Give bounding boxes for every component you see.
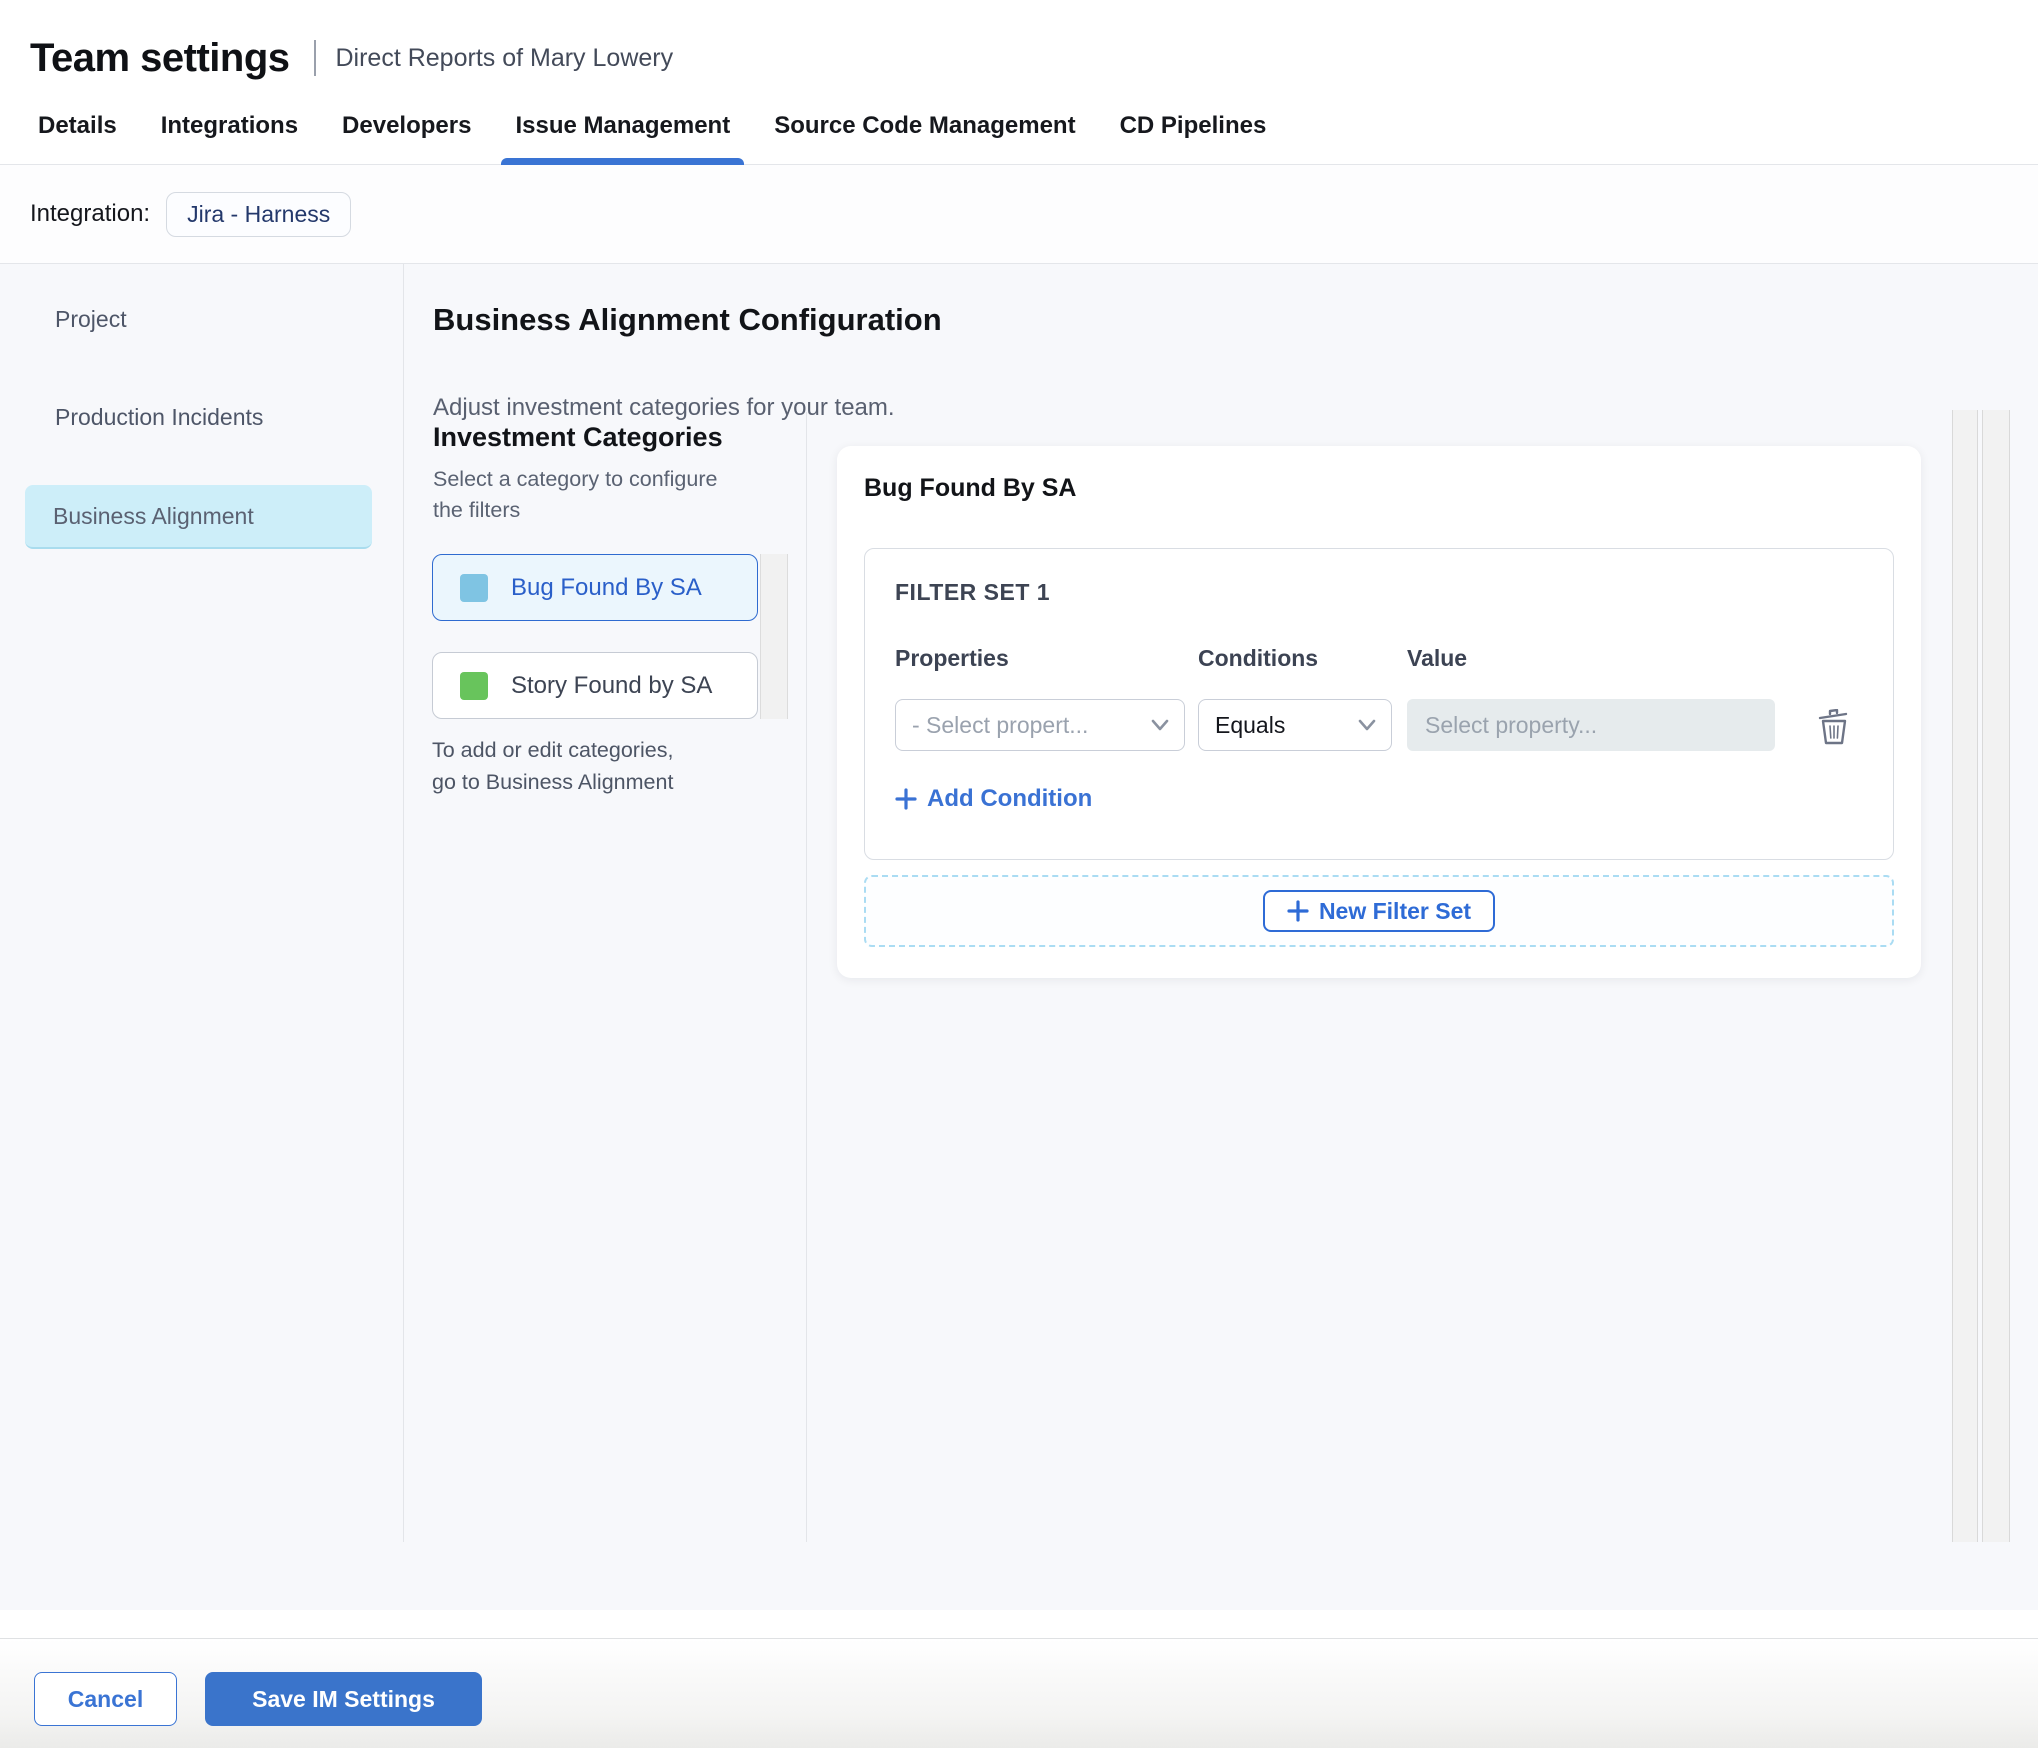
tab-developers[interactable]: Developers (342, 112, 471, 164)
category-button-bug-found-by-sa[interactable]: Bug Found By SA (432, 554, 758, 621)
delete-condition-button[interactable] (1813, 705, 1855, 754)
condition-select[interactable]: Equals (1198, 699, 1392, 751)
content-area: Project Production Incidents Business Al… (0, 264, 2038, 1610)
tab-cd-pipelines[interactable]: CD Pipelines (1120, 112, 1267, 164)
tab-details[interactable]: Details (38, 112, 117, 164)
property-select[interactable]: - Select propert... (895, 699, 1185, 751)
new-filter-set-button[interactable]: New Filter Set (1262, 890, 1496, 932)
section-title: Business Alignment Configuration (433, 302, 942, 337)
category-label: Bug Found By SA (511, 573, 702, 601)
tab-integrations[interactable]: Integrations (161, 112, 298, 164)
filter-set-card: FILTER SET 1 Properties Conditions Value… (864, 548, 1894, 860)
condition-select-value: Equals (1215, 711, 1286, 738)
categories-footnote: To add or edit categories, go to Busines… (432, 738, 674, 795)
category-config-card: Bug Found By SA FILTER SET 1 Properties … (837, 446, 1921, 978)
inner-scrollbar[interactable] (1952, 410, 1978, 1542)
plus-icon (895, 788, 917, 810)
new-filter-set-label: New Filter Set (1318, 897, 1472, 924)
panel-divider (806, 412, 807, 1542)
footer-bar: Cancel Save IM Settings (0, 1638, 2038, 1748)
new-filter-set-dropzone: New Filter Set (864, 875, 1894, 947)
page-scrollbar[interactable] (1982, 410, 2010, 1542)
save-im-settings-button[interactable]: Save IM Settings (205, 1672, 482, 1726)
column-header-value: Value (1407, 645, 1468, 671)
filter-set-title: FILTER SET 1 (895, 579, 1051, 605)
sidebar-item-project[interactable]: Project (55, 306, 127, 333)
property-select-placeholder: - Select propert... (912, 711, 1089, 738)
value-input[interactable] (1407, 699, 1775, 751)
plus-icon (1287, 900, 1309, 922)
cancel-button[interactable]: Cancel (34, 1672, 177, 1726)
integration-chip[interactable]: Jira - Harness (166, 191, 352, 237)
column-header-conditions: Conditions (1198, 645, 1319, 671)
tab-bar: Details Integrations Developers Issue Ma… (0, 86, 2038, 165)
trash-icon (1818, 708, 1848, 745)
category-color-swatch (460, 671, 488, 700)
tab-source-code-management[interactable]: Source Code Management (774, 112, 1075, 164)
category-label: Story Found by SA (511, 671, 713, 699)
chevron-down-icon (1358, 719, 1376, 731)
sidebar-divider (403, 264, 404, 1542)
category-list-scrollbar[interactable] (760, 554, 788, 719)
top-bar: Team settings Direct Reports of Mary Low… (0, 0, 2038, 264)
page-header: Team settings Direct Reports of Mary Low… (0, 0, 2038, 86)
page-subtitle: Direct Reports of Mary Lowery (335, 43, 674, 72)
section-subtitle: Adjust investment categories for your te… (433, 394, 895, 421)
sidebar-item-production-incidents[interactable]: Production Incidents (55, 404, 263, 431)
sidebar-item-business-alignment[interactable]: Business Alignment (25, 485, 372, 549)
investment-categories-subtitle: Select a category to configure the filte… (433, 467, 718, 523)
investment-categories-heading: Investment Categories (433, 422, 723, 452)
chevron-down-icon (1151, 719, 1169, 731)
integration-label: Integration: (30, 200, 151, 227)
add-condition-button[interactable]: Add Condition (895, 785, 1092, 813)
column-header-properties: Properties (895, 645, 1009, 671)
title-separator (313, 40, 316, 76)
add-condition-label: Add Condition (927, 785, 1093, 812)
tab-issue-management[interactable]: Issue Management (501, 112, 744, 165)
category-button-story-found-by-sa[interactable]: Story Found by SA (432, 652, 758, 719)
integration-row: Integration: Jira - Harness (0, 165, 2038, 264)
config-card-title: Bug Found By SA (864, 474, 1077, 502)
category-color-swatch (460, 573, 488, 602)
page-title: Team settings (30, 35, 290, 80)
